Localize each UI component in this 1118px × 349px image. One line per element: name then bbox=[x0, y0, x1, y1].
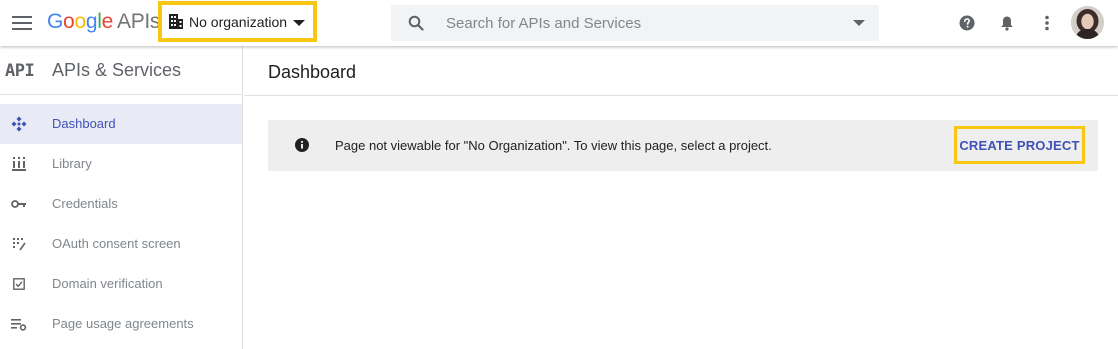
notice-banner: Page not viewable for "No Organization".… bbox=[268, 120, 1098, 171]
sidebar-item-label: OAuth consent screen bbox=[52, 236, 181, 251]
info-icon bbox=[295, 138, 309, 152]
sidebar-item-domain-verification[interactable]: Domain verification bbox=[0, 264, 242, 304]
sidebar-item-dashboard[interactable]: Dashboard bbox=[0, 104, 242, 144]
checkbox-icon bbox=[11, 276, 27, 292]
notifications-icon[interactable] bbox=[996, 12, 1018, 34]
sidebar-item-library[interactable]: Library bbox=[0, 144, 242, 184]
settings-list-icon bbox=[11, 316, 27, 332]
organization-label: No organization bbox=[189, 13, 288, 30]
hamburger-menu-icon[interactable] bbox=[8, 9, 36, 37]
search-bar bbox=[391, 5, 879, 41]
chevron-down-icon bbox=[293, 20, 305, 26]
sidebar-nav: Dashboard Library Credentials OAuth cons… bbox=[0, 104, 242, 344]
sidebar-header: API APIs & Services bbox=[0, 46, 242, 95]
sidebar-item-label: Credentials bbox=[52, 196, 118, 211]
sidebar-item-label: Dashboard bbox=[52, 116, 116, 131]
apis-wordmark: APIs bbox=[116, 10, 161, 33]
sidebar-title: APIs & Services bbox=[52, 60, 182, 80]
key-icon bbox=[11, 196, 27, 212]
sidebar-item-oauth-consent[interactable]: OAuth consent screen bbox=[0, 224, 242, 264]
main-header: Dashboard bbox=[244, 46, 1118, 96]
notice-text: Page not viewable for "No Organization".… bbox=[335, 138, 772, 153]
building-icon bbox=[169, 14, 183, 29]
dashboard-icon bbox=[11, 116, 27, 132]
top-bar: Google APIs No organization bbox=[0, 0, 1118, 46]
api-badge: API bbox=[5, 61, 35, 81]
sidebar-item-label: Library bbox=[52, 156, 92, 171]
sidebar-item-label: Page usage agreements bbox=[52, 316, 194, 331]
search-dropdown-icon[interactable] bbox=[853, 20, 865, 26]
main-content: Dashboard Page not viewable for "No Orga… bbox=[244, 46, 1118, 349]
sidebar: API APIs & Services Dashboard Library Cr… bbox=[0, 46, 243, 349]
page-title: Dashboard bbox=[268, 62, 357, 82]
google-apis-logo[interactable]: Google APIs bbox=[47, 10, 160, 34]
more-vert-icon[interactable] bbox=[1036, 12, 1058, 34]
help-icon[interactable] bbox=[956, 12, 978, 34]
library-icon bbox=[11, 156, 27, 172]
oauth-icon bbox=[11, 236, 27, 252]
sidebar-item-label: Domain verification bbox=[52, 276, 163, 291]
sidebar-item-page-usage-agreements[interactable]: Page usage agreements bbox=[0, 304, 242, 344]
search-input[interactable] bbox=[446, 11, 826, 35]
create-project-button[interactable]: CREATE PROJECT bbox=[954, 126, 1085, 164]
sidebar-item-credentials[interactable]: Credentials bbox=[0, 184, 242, 224]
search-icon bbox=[408, 15, 424, 31]
google-wordmark: Google bbox=[47, 10, 113, 33]
avatar[interactable] bbox=[1071, 6, 1104, 39]
organization-picker[interactable]: No organization bbox=[158, 1, 317, 42]
